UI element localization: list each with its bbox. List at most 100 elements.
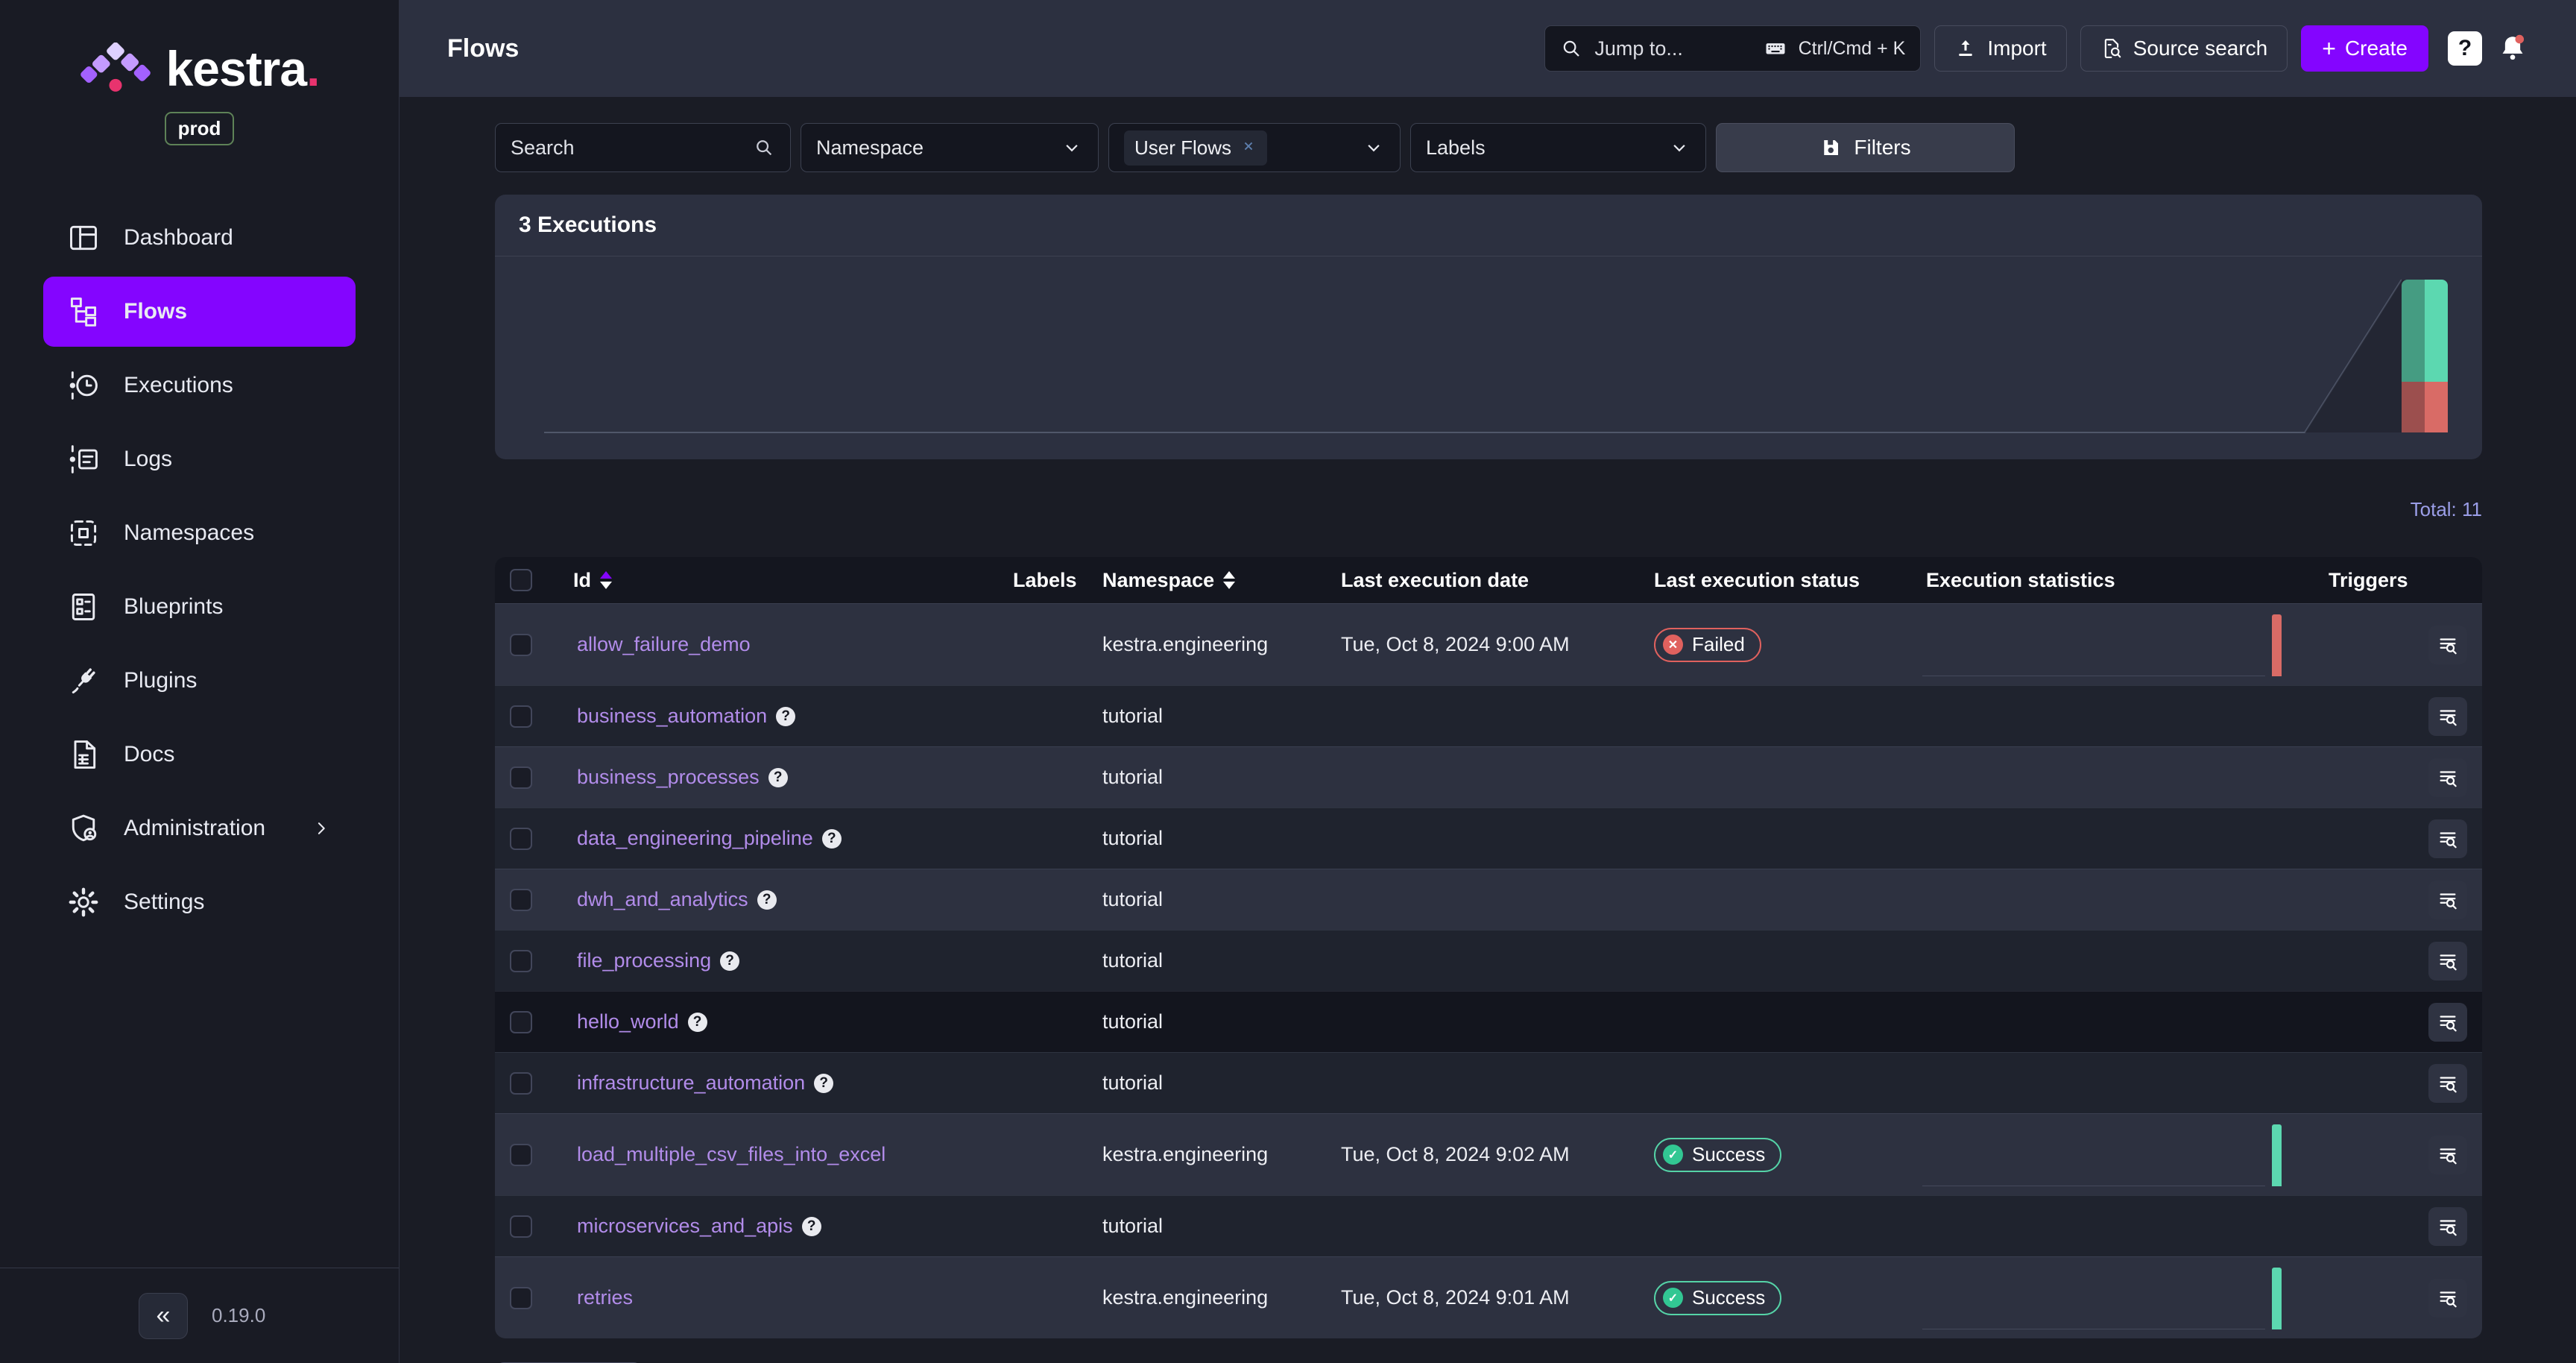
row-checkbox[interactable]: [510, 705, 532, 728]
table-row[interactable]: file_processing?tutorial: [495, 930, 2482, 991]
sidebar-item-namespaces[interactable]: Namespaces: [43, 498, 356, 568]
table-row[interactable]: business_processes?tutorial: [495, 746, 2482, 808]
table-row[interactable]: data_engineering_pipeline?tutorial: [495, 808, 2482, 869]
flow-id-link[interactable]: infrastructure_automation: [577, 1071, 805, 1095]
sidebar-item-administration[interactable]: Administration: [43, 793, 356, 863]
flow-id-link[interactable]: load_multiple_csv_files_into_excel: [577, 1143, 886, 1166]
flow-triggers-button[interactable]: [2428, 942, 2467, 980]
help-circle-icon: ?: [822, 829, 842, 849]
sort-arrows-icon[interactable]: [600, 571, 612, 589]
sidebar-item-dashboard[interactable]: Dashboard: [43, 203, 356, 273]
flow-id-link[interactable]: file_processing: [577, 949, 711, 972]
row-checkbox[interactable]: [510, 1144, 532, 1166]
status-badge-label: Failed: [1692, 633, 1745, 656]
flow-type-select[interactable]: User Flows: [1108, 123, 1401, 172]
flow-triggers-button[interactable]: [2428, 626, 2467, 664]
flow-id-link[interactable]: business_automation: [577, 705, 767, 728]
execution-statistics-cell: [1915, 931, 2317, 991]
sidebar-item-blueprints[interactable]: Blueprints: [43, 572, 356, 642]
import-button[interactable]: Import: [1934, 25, 2066, 72]
flow-type-chip-label: User Flows: [1134, 136, 1231, 160]
table-row[interactable]: allow_failure_demokestra.engineeringTue,…: [495, 603, 2482, 685]
column-header-label: Last execution status: [1654, 569, 1860, 592]
column-header-labels: Labels: [1002, 569, 1091, 592]
last-execution-date-cell: Tue, Oct 8, 2024 9:02 AM: [1330, 1143, 1643, 1166]
labels-select[interactable]: Labels: [1410, 123, 1706, 172]
row-checkbox[interactable]: [510, 767, 532, 789]
execution-spark-bar: [2272, 614, 2282, 676]
flow-triggers-button[interactable]: [2428, 1064, 2467, 1103]
chevron-right-icon: [310, 817, 332, 840]
table-row[interactable]: business_automation?tutorial: [495, 685, 2482, 746]
create-button[interactable]: + Create: [2301, 25, 2428, 72]
source-search-button[interactable]: Source search: [2080, 25, 2288, 72]
flow-id-link[interactable]: business_processes: [577, 766, 760, 789]
remove-filter-icon[interactable]: [1240, 136, 1257, 160]
flow-triggers-button[interactable]: [2428, 1207, 2467, 1246]
row-checkbox[interactable]: [510, 1215, 532, 1238]
sidebar-item-plugins[interactable]: Plugins: [43, 646, 356, 716]
status-badge-label: Success: [1692, 1143, 1765, 1166]
column-header-execution-statistics: Execution statistics: [1915, 569, 2317, 592]
main-area: Flows Jump to... Ctrl/Cmd + K Import: [400, 0, 2576, 1363]
column-header-id[interactable]: Id: [562, 569, 1002, 592]
row-checkbox[interactable]: [510, 950, 532, 972]
namespace-cell: kestra.engineering: [1091, 1286, 1330, 1309]
executions-panel-title: 3 Executions: [495, 195, 2482, 256]
execution-spark-bar: [2272, 1124, 2282, 1186]
jump-to-search[interactable]: Jump to... Ctrl/Cmd + K: [1544, 25, 1921, 72]
column-header-namespace[interactable]: Namespace: [1091, 569, 1330, 592]
flow-triggers-button[interactable]: [2428, 881, 2467, 919]
help-circle-icon: ?: [688, 1013, 707, 1032]
select-all-checkbox[interactable]: [510, 569, 532, 591]
table-row[interactable]: dwh_and_analytics?tutorial: [495, 869, 2482, 930]
notifications-bell-icon[interactable]: [2496, 31, 2530, 66]
sort-arrows-icon[interactable]: [1223, 571, 1235, 589]
help-circle-icon: ?: [720, 951, 739, 971]
row-checkbox[interactable]: [510, 634, 532, 656]
brand-logo[interactable]: kestra.: [0, 40, 399, 97]
row-checkbox[interactable]: [510, 1072, 532, 1095]
collapse-sidebar-button[interactable]: «: [139, 1293, 188, 1339]
flow-id-link[interactable]: hello_world: [577, 1010, 679, 1033]
last-execution-date-cell: Tue, Oct 8, 2024 9:01 AM: [1330, 1286, 1643, 1309]
sidebar-item-docs[interactable]: Docs: [43, 720, 356, 790]
dashed-square-icon: [67, 517, 100, 550]
table-row[interactable]: hello_world?tutorial: [495, 991, 2482, 1052]
flow-triggers-button[interactable]: [2428, 697, 2467, 736]
jump-to-shortcut: Ctrl/Cmd + K: [1799, 38, 1906, 60]
row-checkbox[interactable]: [510, 1287, 532, 1309]
table-row[interactable]: infrastructure_automation?tutorial: [495, 1052, 2482, 1113]
column-header-label: Namespace: [1102, 569, 1214, 592]
flow-id-link[interactable]: microservices_and_apis: [577, 1215, 793, 1238]
search-input[interactable]: [511, 136, 753, 160]
row-checkbox[interactable]: [510, 889, 532, 911]
flow-triggers-button[interactable]: [2428, 1279, 2467, 1318]
sidebar-item-flows[interactable]: Flows: [43, 277, 356, 347]
flow-id-link[interactable]: data_engineering_pipeline: [577, 827, 813, 850]
row-checkbox[interactable]: [510, 1011, 532, 1033]
table-row[interactable]: load_multiple_csv_files_into_excelkestra…: [495, 1113, 2482, 1195]
help-button[interactable]: ?: [2448, 31, 2482, 66]
flow-id-link[interactable]: retries: [577, 1286, 633, 1309]
sidebar: kestra. prod DashboardFlowsExecutionsLog…: [0, 0, 400, 1363]
flow-id-link[interactable]: dwh_and_analytics: [577, 888, 748, 911]
row-checkbox[interactable]: [510, 828, 532, 850]
flow-triggers-button[interactable]: [2428, 758, 2467, 797]
labels-select-placeholder: Labels: [1426, 136, 1486, 160]
filters-button[interactable]: Filters: [1716, 123, 2015, 172]
shield-account-icon: [67, 812, 100, 845]
sidebar-item-logs[interactable]: Logs: [43, 424, 356, 494]
namespace-select[interactable]: Namespace: [801, 123, 1099, 172]
sidebar-item-settings[interactable]: Settings: [43, 867, 356, 937]
execution-statistics-cell: [1915, 992, 2317, 1052]
flow-triggers-button[interactable]: [2428, 1003, 2467, 1042]
filter-bar: Namespace User Flows: [495, 123, 2482, 172]
flow-triggers-button[interactable]: [2428, 819, 2467, 858]
table-row[interactable]: retries kestra.engineeringTue, Oct 8, 202…: [495, 1256, 2482, 1338]
table-row[interactable]: microservices_and_apis?tutorial: [495, 1195, 2482, 1256]
sidebar-item-executions[interactable]: Executions: [43, 350, 356, 421]
flow-triggers-button[interactable]: [2428, 1136, 2467, 1174]
flow-id-link[interactable]: allow_failure_demo: [577, 633, 751, 656]
help-circle-icon: ?: [802, 1217, 821, 1236]
